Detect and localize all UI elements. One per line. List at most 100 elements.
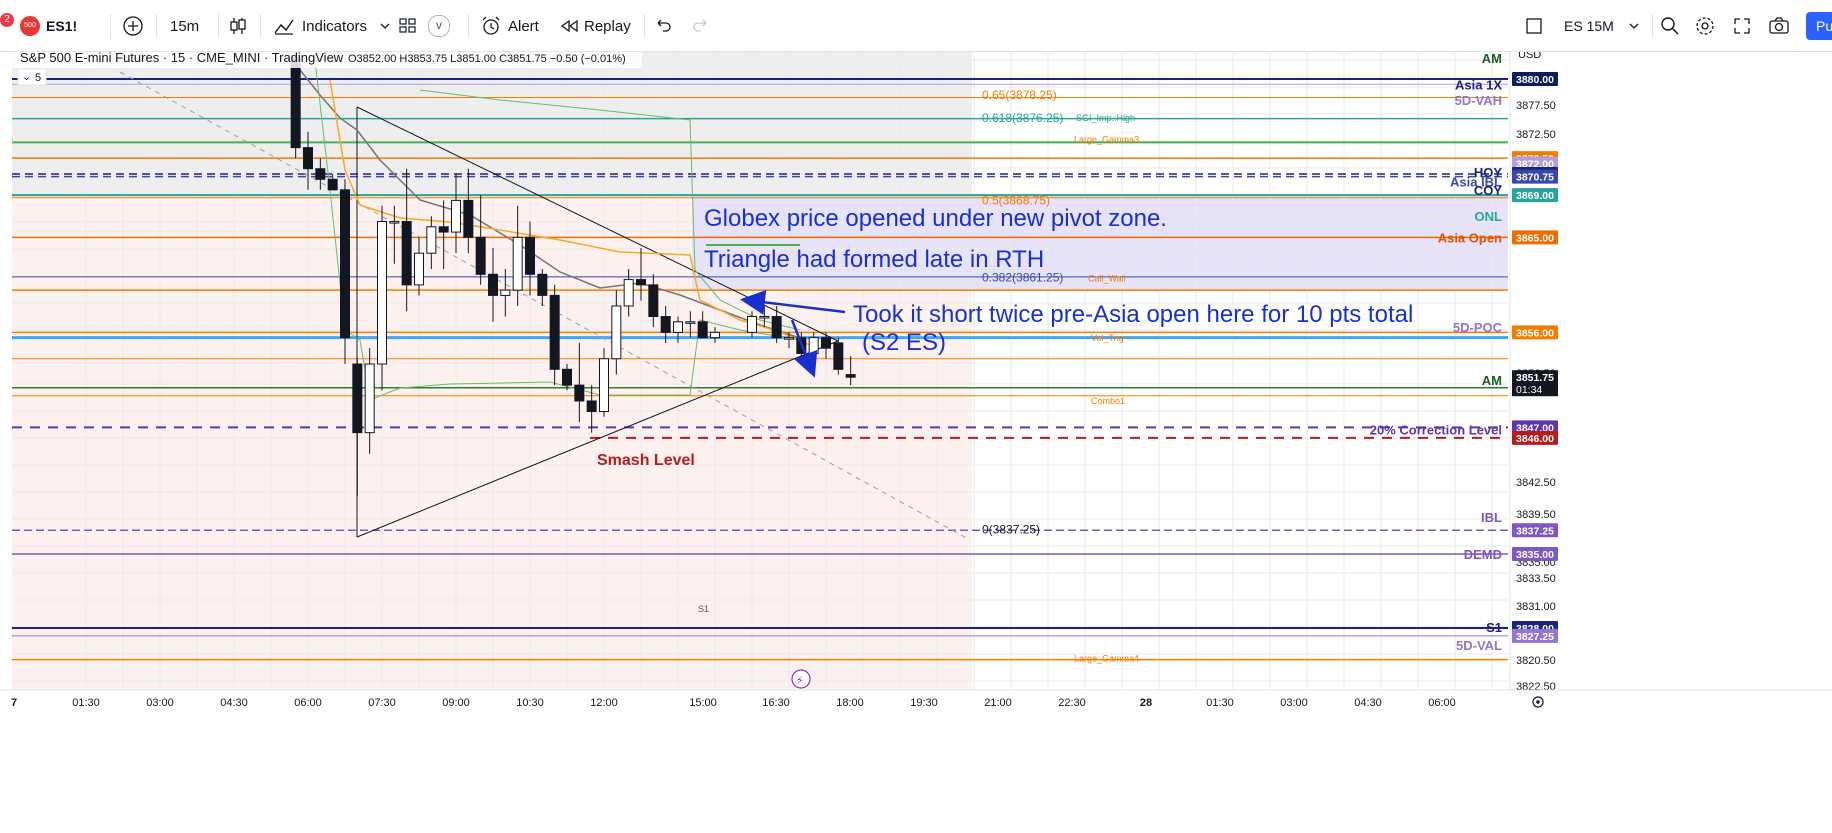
price-tick: 3842.50: [1516, 477, 1556, 489]
divider: [156, 14, 157, 38]
price-tag-text: 3837.25: [1516, 525, 1554, 537]
level-label: COY: [1474, 183, 1503, 198]
time-tick: 10:30: [516, 697, 544, 709]
time-tick: 28: [1140, 697, 1152, 709]
rewind-icon: [560, 19, 578, 33]
chevron-down-icon: [1629, 23, 1639, 29]
level-label: 20% Correction Level: [1370, 422, 1502, 437]
compare-add-button[interactable]: [122, 12, 144, 40]
indicator-label: Call_Wall: [1088, 274, 1126, 284]
search-icon: [1661, 17, 1679, 35]
price-axis-bg: [1510, 52, 1832, 691]
symbol-avatar: 500: [20, 16, 40, 36]
redo-button[interactable]: [690, 12, 712, 40]
price-level-tag: 3856.00: [1512, 325, 1558, 340]
publish-label: Pu: [1806, 12, 1832, 40]
templates-button[interactable]: v: [398, 12, 450, 40]
indicator-label: Vol_Trig: [1091, 333, 1124, 343]
settings-button[interactable]: [1694, 12, 1716, 40]
time-tick: 15:00: [689, 697, 717, 709]
search-button[interactable]: [1660, 12, 1680, 40]
candle-body: [327, 178, 338, 191]
time-tick: 04:30: [220, 697, 248, 709]
interval-button[interactable]: 15m: [170, 12, 199, 40]
candle-body: [352, 363, 363, 434]
candle-body: [771, 316, 782, 339]
level-label: IBL: [1481, 510, 1502, 525]
time-tick: 01:30: [72, 697, 100, 709]
price-tick: 3872.50: [1516, 129, 1556, 141]
time-tick: 19:30: [910, 697, 938, 709]
level-label: ONL: [1475, 209, 1503, 224]
snapshot-button[interactable]: [1768, 12, 1790, 40]
divider: [110, 14, 111, 38]
undo-button[interactable]: [652, 12, 674, 40]
layout-name-button[interactable]: ES 15M: [1564, 12, 1642, 40]
symbol-search-button[interactable]: 500 ES1!: [20, 12, 77, 40]
time-tick: 16:30: [762, 697, 790, 709]
price-tag-text: 3869.00: [1516, 190, 1554, 202]
price-tick: 3877.50: [1516, 100, 1556, 112]
fib-label: 0.618(3876.25): [982, 111, 1063, 125]
chart-title: S&P 500 E-mini Futures · 15 · CME_MINI ·…: [20, 52, 344, 65]
publish-button[interactable]: Pu: [1806, 12, 1832, 40]
candle-body: [747, 316, 757, 333]
chevron-down-icon[interactable]: [377, 18, 393, 34]
gear-center: [1536, 700, 1540, 704]
time-tick: 06:00: [1428, 697, 1456, 709]
candle-body: [537, 273, 548, 296]
replay-button[interactable]: Replay: [558, 12, 631, 40]
level-label: DEMD: [1464, 547, 1502, 562]
square-icon: [1526, 18, 1542, 34]
indicator-label: Large_Gamma3: [1074, 134, 1139, 144]
fullscreen-button[interactable]: [1732, 12, 1752, 40]
currency-label: USD: [1518, 52, 1541, 61]
candle-body: [599, 358, 609, 413]
collapse-indicators-button[interactable]: ⌄ 5: [17, 68, 47, 86]
indicator-count: 5: [35, 72, 41, 84]
candle-body: [290, 57, 301, 149]
price-level-tag: 3865.00: [1512, 230, 1558, 245]
price-tag-text: 3870.75: [1516, 172, 1554, 184]
candle-body: [833, 342, 844, 370]
layout-badge[interactable]: v: [428, 15, 450, 37]
candle-body: [549, 294, 560, 370]
level-label: AM: [1482, 373, 1502, 388]
chart-type-button[interactable]: [228, 12, 248, 40]
chevron-down-icon: ⌄: [22, 70, 31, 83]
time-tick: 09:00: [442, 697, 470, 709]
event-marker[interactable]: ⚡: [791, 669, 811, 689]
candle: [599, 348, 609, 417]
current-price: 3851.75: [1516, 372, 1554, 384]
alert-button[interactable]: Alert: [480, 12, 539, 40]
fullscreen-window-button[interactable]: [1524, 12, 1544, 40]
candle-body: [315, 168, 326, 180]
candle-body: [586, 400, 597, 413]
price-chart[interactable]: AMAsia 1X5D-VAHHOYAsia IBLCOYONLAsia Ope…: [0, 52, 1832, 833]
price-tick: 3839.50: [1516, 509, 1556, 521]
candle-body: [710, 331, 720, 339]
notification-count: 2: [0, 13, 14, 27]
level-label: 5D-VAH: [1455, 93, 1502, 108]
candle-body: [562, 368, 572, 386]
fib-label: 0(3837.25): [982, 523, 1040, 537]
price-tick: 3833.50: [1516, 573, 1556, 585]
candle: [833, 337, 844, 375]
price-tag-text: 3846.00: [1516, 433, 1554, 445]
undo-icon: [657, 19, 671, 32]
indicators-button[interactable]: Indicators: [272, 12, 393, 40]
notification-badge[interactable]: 2: [0, 6, 14, 34]
annotation-text: (S2 ES): [862, 329, 946, 356]
candle-body: [697, 321, 708, 339]
price-tag-text: 3865.00: [1516, 232, 1554, 244]
level-label: S1: [1486, 620, 1502, 635]
plus-circle-icon: [123, 16, 143, 36]
candle-body: [340, 189, 350, 339]
level-label: 5D-POC: [1453, 320, 1503, 335]
indicator-label: Combo1: [1091, 396, 1125, 406]
candle-body: [759, 316, 770, 319]
candle-body: [401, 221, 412, 286]
level-label: AM: [1482, 52, 1502, 66]
time-tick: 03:00: [146, 697, 174, 709]
price-level-tag: 3846.00: [1512, 430, 1558, 445]
